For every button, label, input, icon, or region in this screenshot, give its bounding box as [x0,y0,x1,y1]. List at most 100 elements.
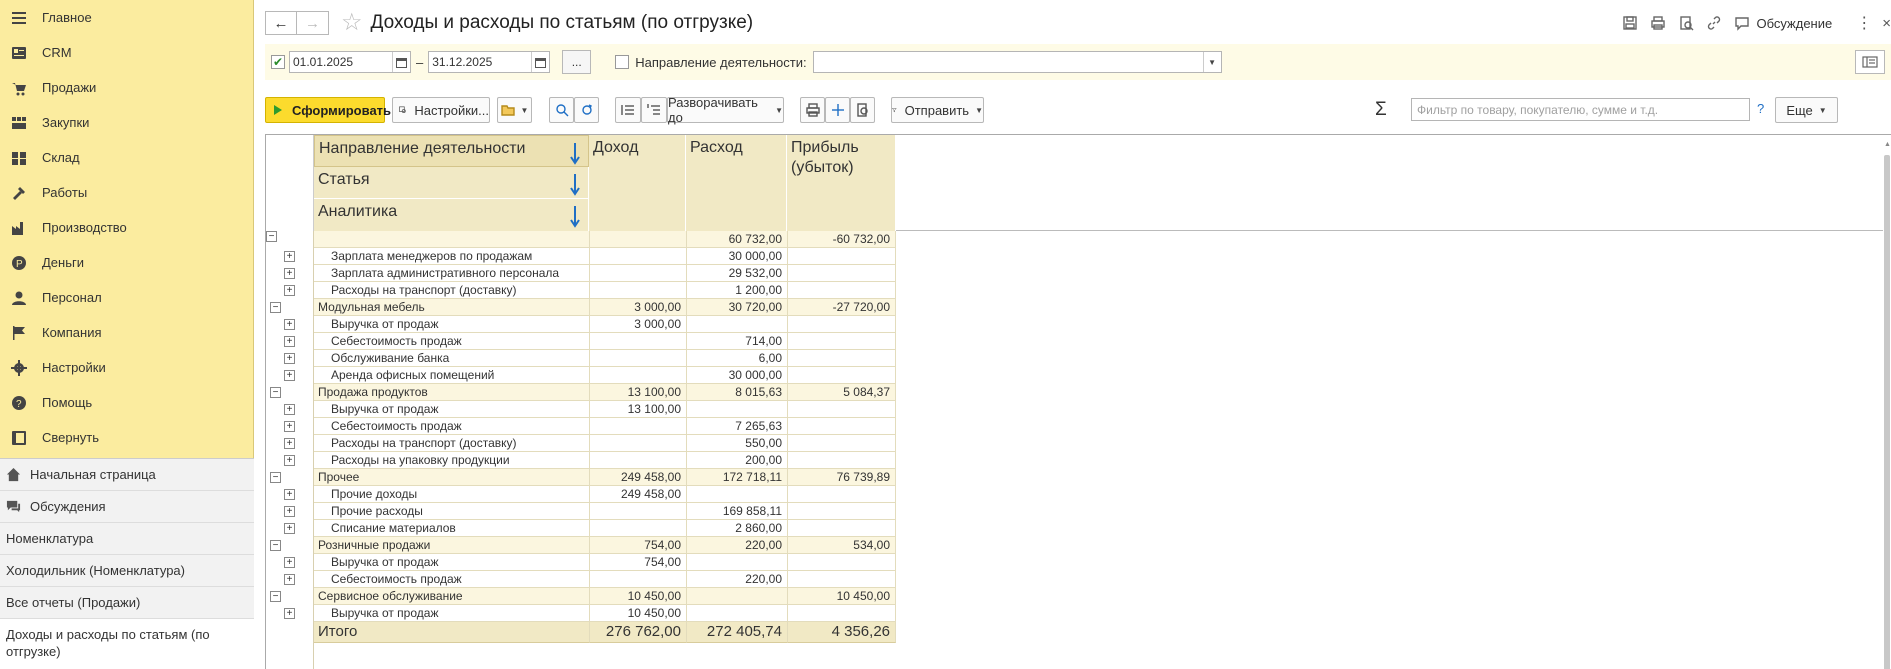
expand-to-button[interactable]: Разворачивать до ▼ [667,95,784,125]
collapse-icon[interactable]: − [270,540,281,551]
direction-field[interactable]: ▼ [812,51,1222,73]
generate-button[interactable]: Сформировать [265,97,391,123]
group-row[interactable]: − Продажа продуктов 13 100,00 8 015,63 5 084… [266,384,896,401]
sidebar-item[interactable]: Настройки [0,350,253,385]
income-cell[interactable] [589,418,686,435]
expand-icon[interactable]: + [284,336,295,347]
collapse-icon[interactable]: − [270,302,281,313]
print-report-button[interactable] [800,97,825,123]
expand-icon[interactable]: + [284,319,295,330]
date-to-field[interactable] [428,51,551,73]
collapse-icon[interactable]: − [270,472,281,483]
profit-cell[interactable]: -60 732,00 [787,231,896,248]
row-name-cell[interactable]: Зарплата менеджеров по продажам [314,248,589,265]
row-name-cell[interactable]: Расходы на упаковку продукции [314,452,589,469]
filter-field[interactable] [1411,98,1750,121]
report-spreadsheet[interactable]: Направление деятельности Статья Аналитик… [265,134,1891,669]
income-cell[interactable]: 3 000,00 [589,299,686,316]
discussion-button[interactable]: Обсуждение [1734,15,1832,31]
expand-icon[interactable]: + [284,353,295,364]
profit-cell[interactable] [787,554,896,571]
expand-rows-button[interactable] [641,97,667,123]
group-row[interactable]: − Розничные продажи 754,00 220,00 534,00 [266,537,896,554]
expense-cell[interactable]: 550,00 [686,435,787,452]
date-from-input[interactable] [290,52,392,72]
article-row[interactable]: + Зарплата административного персонала 29 … [266,265,896,282]
expand-icon[interactable]: + [284,404,295,415]
row-name-cell[interactable] [314,231,589,248]
find-button[interactable] [549,97,574,123]
forward-button[interactable]: → [297,11,329,35]
article-row[interactable]: + Себестоимость продаж 714,00 [266,333,896,350]
expand-icon[interactable]: + [284,523,295,534]
profit-cell[interactable] [787,401,896,418]
profit-cell[interactable]: -27 720,00 [787,299,896,316]
article-row[interactable]: + Зарплата менеджеров по продажам 30 000,0… [266,248,896,265]
collapse-rows-button[interactable] [615,97,641,123]
profit-cell[interactable]: 10 450,00 [787,588,896,605]
expense-cell[interactable]: 1 200,00 [686,282,787,299]
row-name-cell[interactable]: Себестоимость продаж [314,333,589,350]
sum-icon[interactable]: Σ [1375,97,1387,123]
group-row[interactable]: − Модульная мебель 3 000,00 30 720,00 -27 72… [266,299,896,316]
profit-cell[interactable] [787,367,896,384]
sidebar-item[interactable]: Склад [0,140,253,175]
preview-button[interactable] [1672,10,1700,36]
expense-cell[interactable]: 169 858,11 [686,503,787,520]
row-name-cell[interactable]: Прочие расходы [314,503,589,520]
income-cell[interactable] [589,435,686,452]
profit-cell[interactable]: 4 356,26 [787,622,896,643]
article-row[interactable]: + Выручка от продаж 3 000,00 [266,316,896,333]
row-name-cell[interactable]: Обслуживание банка [314,350,589,367]
expense-cell[interactable]: 29 532,00 [686,265,787,282]
scrollbar-thumb[interactable] [1884,155,1890,669]
back-button[interactable]: ← [265,11,297,35]
income-cell[interactable]: 13 100,00 [589,384,686,401]
row-name-cell[interactable]: Аренда офисных помещений [314,367,589,384]
row-name-cell[interactable]: Прочие доходы [314,486,589,503]
link-button[interactable] [1700,10,1728,36]
income-cell[interactable] [589,367,686,384]
sidebar-item[interactable]: CRM [0,35,253,70]
print-button[interactable] [1644,10,1672,36]
income-cell[interactable] [589,333,686,350]
date-from-calendar-button[interactable] [392,52,410,72]
income-cell[interactable]: 3 000,00 [589,316,686,333]
sidebar-item[interactable]: Продажи [0,70,253,105]
expense-cell[interactable]: 30 000,00 [686,248,787,265]
row-name-cell[interactable]: Модульная мебель [314,299,589,316]
row-name-cell[interactable]: Расходы на транспорт (доставку) [314,435,589,452]
expense-cell[interactable] [686,605,787,622]
profit-cell[interactable] [787,503,896,520]
expand-icon[interactable]: + [284,370,295,381]
vertical-scrollbar[interactable]: ▲ [1883,135,1891,669]
article-row[interactable]: + Прочие доходы 249 458,00 [266,486,896,503]
profit-cell[interactable]: 76 739,89 [787,469,896,486]
expense-cell[interactable]: 30 000,00 [686,367,787,384]
choose-period-button[interactable]: ... [562,50,592,74]
profit-cell[interactable] [787,248,896,265]
row-name-cell[interactable]: Прочее [314,469,589,486]
row-name-cell[interactable]: Себестоимость продаж [314,571,589,588]
collapse-icon[interactable]: − [270,591,281,602]
group-row[interactable]: − Сервисное обслуживание 10 450,00 10 450,0… [266,588,896,605]
header-income[interactable]: Доход [589,135,686,231]
income-cell[interactable] [589,265,686,282]
expense-cell[interactable]: 220,00 [686,537,787,554]
profit-cell[interactable] [787,520,896,537]
expand-icon[interactable]: + [284,489,295,500]
row-name-cell[interactable]: Продажа продуктов [314,384,589,401]
income-cell[interactable]: 10 450,00 [589,605,686,622]
expense-cell[interactable]: 172 718,11 [686,469,787,486]
article-row[interactable]: + Прочие расходы 169 858,11 [266,503,896,520]
profit-cell[interactable] [787,486,896,503]
row-name-cell[interactable]: Выручка от продаж [314,401,589,418]
article-row[interactable]: + Выручка от продаж 13 100,00 [266,401,896,418]
settings-panel-button[interactable] [1855,50,1885,74]
profit-cell[interactable] [787,418,896,435]
article-row[interactable]: + Расходы на упаковку продукции 200,00 [266,452,896,469]
profit-cell[interactable] [787,435,896,452]
period-checkbox[interactable]: ✔ [271,55,285,69]
header-expense[interactable]: Расход [686,135,787,231]
row-name-cell[interactable]: Выручка от продаж [314,554,589,571]
